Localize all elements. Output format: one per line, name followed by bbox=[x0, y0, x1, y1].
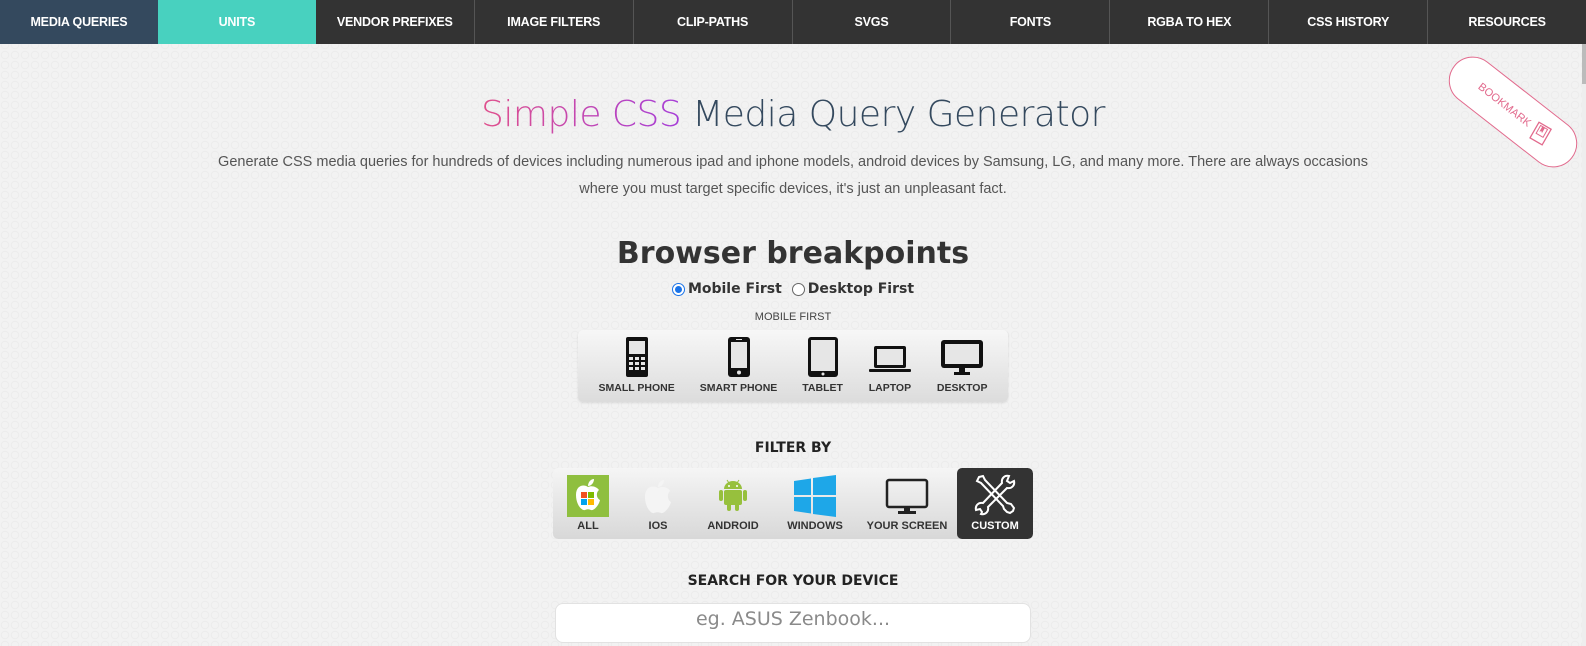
scrollbar-thumb[interactable] bbox=[1582, 44, 1586, 84]
radio-mobile-first[interactable]: Mobile First bbox=[671, 281, 782, 297]
filter-label: YOUR SCREEN bbox=[866, 520, 948, 532]
nav-vendor-prefixes[interactable]: VENDOR PREFIXES bbox=[316, 0, 475, 44]
laptop-icon bbox=[868, 346, 911, 372]
search-title: SEARCH FOR YOUR DEVICE bbox=[687, 573, 899, 589]
top-navigation: MEDIA QUERIES UNITS VENDOR PREFIXES IMAG… bbox=[0, 0, 1586, 44]
filter-label: WINDOWS bbox=[787, 520, 843, 532]
radio-label: Mobile First bbox=[687, 281, 782, 297]
nav-image-filters[interactable]: IMAGE FILTERS bbox=[475, 0, 634, 44]
filter-bar: ALL IOS ANDROID WINDOWS YOUR SCREEN CUST… bbox=[553, 468, 1033, 539]
filter-label: IOS bbox=[648, 520, 668, 532]
title-accent: Simple CSS bbox=[481, 94, 682, 135]
desktop-icon bbox=[941, 340, 984, 375]
radio-desktop-first[interactable]: Desktop First bbox=[791, 281, 915, 297]
apple-icon bbox=[645, 480, 671, 514]
device-smart-phone[interactable]: SMART PHONE bbox=[699, 336, 778, 394]
nav-css-history[interactable]: CSS HISTORY bbox=[1269, 0, 1429, 44]
radio-label: Desktop First bbox=[807, 281, 915, 297]
nav-clip-paths[interactable]: CLIP-PATHS bbox=[634, 0, 793, 44]
filter-ios[interactable]: IOS bbox=[623, 468, 693, 539]
filter-label: ALL bbox=[577, 520, 599, 532]
page-title: Simple CSS Media Query Generator bbox=[0, 94, 1586, 135]
nav-units[interactable]: UNITS bbox=[157, 0, 316, 44]
device-label: TABLET bbox=[802, 382, 843, 394]
filter-label: CUSTOM bbox=[971, 520, 1019, 532]
nav-resources[interactable]: RESOURCES bbox=[1428, 0, 1586, 44]
device-tablet[interactable]: TABLET bbox=[802, 336, 843, 394]
main-content: Simple CSS Media Query Generator Generat… bbox=[0, 94, 1586, 643]
breakpoint-mode-radios: Mobile First Desktop First bbox=[0, 281, 1586, 297]
mode-label: MOBILE FIRST bbox=[754, 311, 832, 323]
device-breakpoint-bar: SMALL PHONE SMART PHONE TABLET LAPTOP DE… bbox=[578, 330, 1008, 402]
breakpoints-title: Browser breakpoints bbox=[616, 236, 970, 271]
device-laptop[interactable]: LAPTOP bbox=[868, 336, 912, 394]
radio-dot[interactable] bbox=[791, 282, 805, 296]
title-rest: Media Query Generator bbox=[681, 94, 1105, 135]
nav-rgba-to-hex[interactable]: RGBA TO HEX bbox=[1110, 0, 1270, 44]
filter-android[interactable]: ANDROID bbox=[693, 468, 773, 539]
android-icon bbox=[719, 479, 747, 511]
apple-windows-icon bbox=[567, 475, 609, 517]
intro-text: Generate CSS media queries for hundreds … bbox=[218, 154, 1368, 197]
device-desktop[interactable]: DESKTOP bbox=[936, 336, 988, 394]
tools-icon bbox=[974, 474, 1016, 516]
nav-fonts[interactable]: FONTS bbox=[951, 0, 1111, 44]
filter-title: FILTER BY bbox=[754, 440, 832, 456]
device-label: SMALL PHONE bbox=[598, 382, 675, 394]
nav-media-queries[interactable]: MEDIA QUERIES bbox=[0, 0, 158, 44]
page-scrollbar[interactable] bbox=[1582, 44, 1586, 646]
windows-icon bbox=[794, 475, 836, 517]
filter-windows[interactable]: WINDOWS bbox=[773, 468, 857, 539]
device-label: SMART PHONE bbox=[699, 382, 778, 394]
smartphone-icon bbox=[727, 337, 750, 377]
bookmark-icon bbox=[1528, 121, 1552, 146]
monitor-icon bbox=[885, 478, 929, 514]
filter-label: ANDROID bbox=[707, 520, 759, 532]
feature-phone-icon bbox=[625, 337, 648, 377]
device-small-phone[interactable]: SMALL PHONE bbox=[598, 336, 675, 394]
radio-dot[interactable] bbox=[671, 282, 685, 296]
tablet-icon bbox=[807, 337, 838, 377]
device-label: DESKTOP bbox=[936, 382, 988, 394]
filter-custom[interactable]: CUSTOM bbox=[957, 468, 1033, 539]
device-label: LAPTOP bbox=[868, 382, 912, 394]
filter-your-screen[interactable]: YOUR SCREEN bbox=[857, 468, 957, 539]
nav-svgs[interactable]: SVGS bbox=[793, 0, 952, 44]
device-search-input[interactable] bbox=[555, 603, 1031, 643]
filter-all[interactable]: ALL bbox=[553, 468, 623, 539]
